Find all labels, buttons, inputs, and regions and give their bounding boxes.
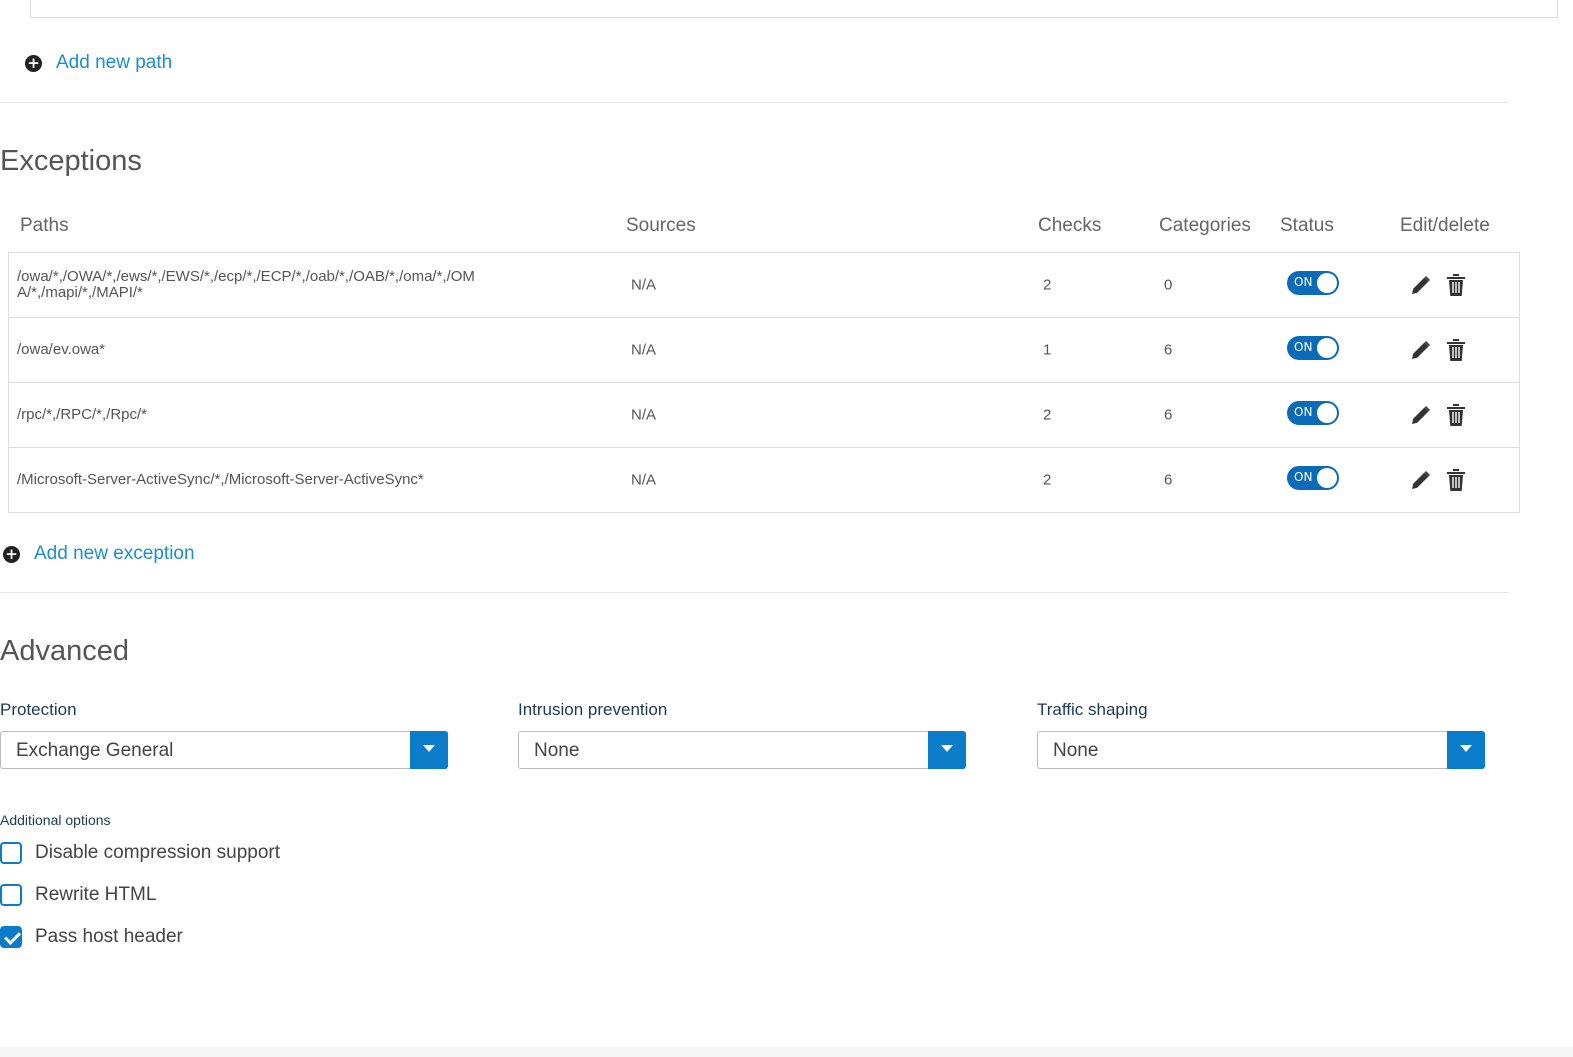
toggle-on-label: ON [1294, 470, 1313, 484]
traffic-shaping-select[interactable]: None [1037, 731, 1485, 769]
toggle-on-label: ON [1294, 405, 1313, 419]
path-cell: /rpc/*,/RPC/*,/Rpc/* [17, 406, 148, 423]
categories-cell: 6 [1164, 471, 1173, 489]
pencil-icon[interactable] [1409, 403, 1433, 427]
bottom-band [0, 1047, 1573, 1057]
chevron-down-icon[interactable] [928, 731, 966, 769]
header-status: Status [1280, 215, 1334, 236]
checkbox-label: Rewrite HTML [35, 884, 157, 905]
section-divider [0, 592, 1509, 593]
pencil-icon[interactable] [1409, 273, 1433, 297]
add-new-exception-label: Add new exception [34, 543, 195, 564]
status-toggle[interactable]: ON [1287, 271, 1339, 295]
add-new-path-label: Add new path [56, 52, 173, 73]
checks-cell: 2 [1043, 471, 1052, 489]
pass-host-header-checkbox[interactable]: Pass host header [0, 926, 183, 948]
table-row: /Microsoft-Server-ActiveSync/*,/Microsof… [9, 448, 1519, 512]
protection-label: Protection [0, 700, 77, 719]
trash-icon[interactable] [1445, 403, 1467, 427]
checks-cell: 2 [1043, 406, 1052, 424]
header-categories: Categories [1159, 215, 1251, 236]
checks-cell: 1 [1043, 341, 1052, 359]
plus-circle-icon: + [3, 545, 20, 563]
exceptions-title: Exceptions [0, 145, 142, 177]
header-edit-delete: Edit/delete [1400, 215, 1490, 236]
categories-cell: 6 [1164, 406, 1173, 424]
rewrite-html-checkbox[interactable]: Rewrite HTML [0, 884, 156, 906]
status-toggle[interactable]: ON [1287, 336, 1339, 360]
header-paths: Paths [20, 215, 69, 236]
chevron-down-icon[interactable] [1447, 731, 1485, 769]
protection-value: Exchange General [16, 740, 174, 761]
pencil-icon[interactable] [1409, 468, 1433, 492]
table-row: /owa/ev.owa* N/A 1 6 ON [9, 318, 1519, 383]
section-divider [0, 102, 1509, 103]
advanced-title: Advanced [0, 635, 129, 667]
add-new-exception-link[interactable]: + Add new exception [3, 543, 195, 565]
table-row: /owa/*,/OWA/*,/ews/*,/EWS/*,/ecp/*,/ECP/… [9, 253, 1519, 318]
toggle-on-label: ON [1294, 275, 1313, 289]
table-row: /rpc/*,/RPC/*,/Rpc/* N/A 2 6 ON [9, 383, 1519, 448]
toggle-knob [1317, 468, 1337, 488]
chevron-down-icon[interactable] [410, 731, 448, 769]
plus-circle-icon: + [25, 54, 42, 72]
traffic-shaping-value: None [1053, 740, 1099, 761]
status-toggle[interactable]: ON [1287, 401, 1339, 425]
toggle-knob [1317, 273, 1337, 293]
path-cell: /owa/ev.owa* [17, 341, 106, 358]
checks-cell: 2 [1043, 276, 1052, 294]
checkbox-label: Pass host header [35, 926, 183, 947]
intrusion-prevention-select[interactable]: None [518, 731, 966, 769]
disable-compression-checkbox[interactable]: Disable compression support [0, 842, 280, 864]
traffic-shaping-label: Traffic shaping [1037, 700, 1148, 719]
toggle-knob [1317, 403, 1337, 423]
sources-cell: N/A [631, 471, 657, 489]
checkbox-box[interactable] [0, 884, 22, 906]
checkbox-box-checked[interactable] [0, 926, 22, 948]
intrusion-prevention-label: Intrusion prevention [518, 700, 668, 719]
trash-icon[interactable] [1445, 338, 1467, 362]
header-checks: Checks [1038, 215, 1102, 236]
additional-options-label: Additional options [0, 812, 111, 828]
header-sources: Sources [626, 215, 696, 236]
pencil-icon[interactable] [1409, 338, 1433, 362]
path-cell: /owa/*,/OWA/*,/ews/*,/EWS/*,/ecp/*,/ECP/… [17, 268, 475, 301]
sources-cell: N/A [631, 406, 657, 424]
categories-cell: 0 [1164, 276, 1173, 294]
paths-table-bottom-edge [30, 0, 1558, 18]
protection-select[interactable]: Exchange General [0, 731, 448, 769]
trash-icon[interactable] [1445, 468, 1467, 492]
sources-cell: N/A [631, 276, 657, 294]
path-cell: /Microsoft-Server-ActiveSync/*,/Microsof… [17, 471, 424, 488]
checkbox-box[interactable] [0, 842, 22, 864]
status-toggle[interactable]: ON [1287, 466, 1339, 490]
trash-icon[interactable] [1445, 273, 1467, 297]
toggle-knob [1317, 338, 1337, 358]
checkbox-label: Disable compression support [35, 842, 281, 863]
intrusion-prevention-value: None [534, 740, 580, 761]
page: + Add new path Exceptions Paths Sources … [0, 0, 1573, 1057]
sources-cell: N/A [631, 341, 657, 359]
exceptions-table: /owa/*,/OWA/*,/ews/*,/EWS/*,/ecp/*,/ECP/… [8, 252, 1520, 513]
categories-cell: 6 [1164, 341, 1173, 359]
add-new-path-link[interactable]: + Add new path [25, 52, 172, 74]
toggle-on-label: ON [1294, 340, 1313, 354]
